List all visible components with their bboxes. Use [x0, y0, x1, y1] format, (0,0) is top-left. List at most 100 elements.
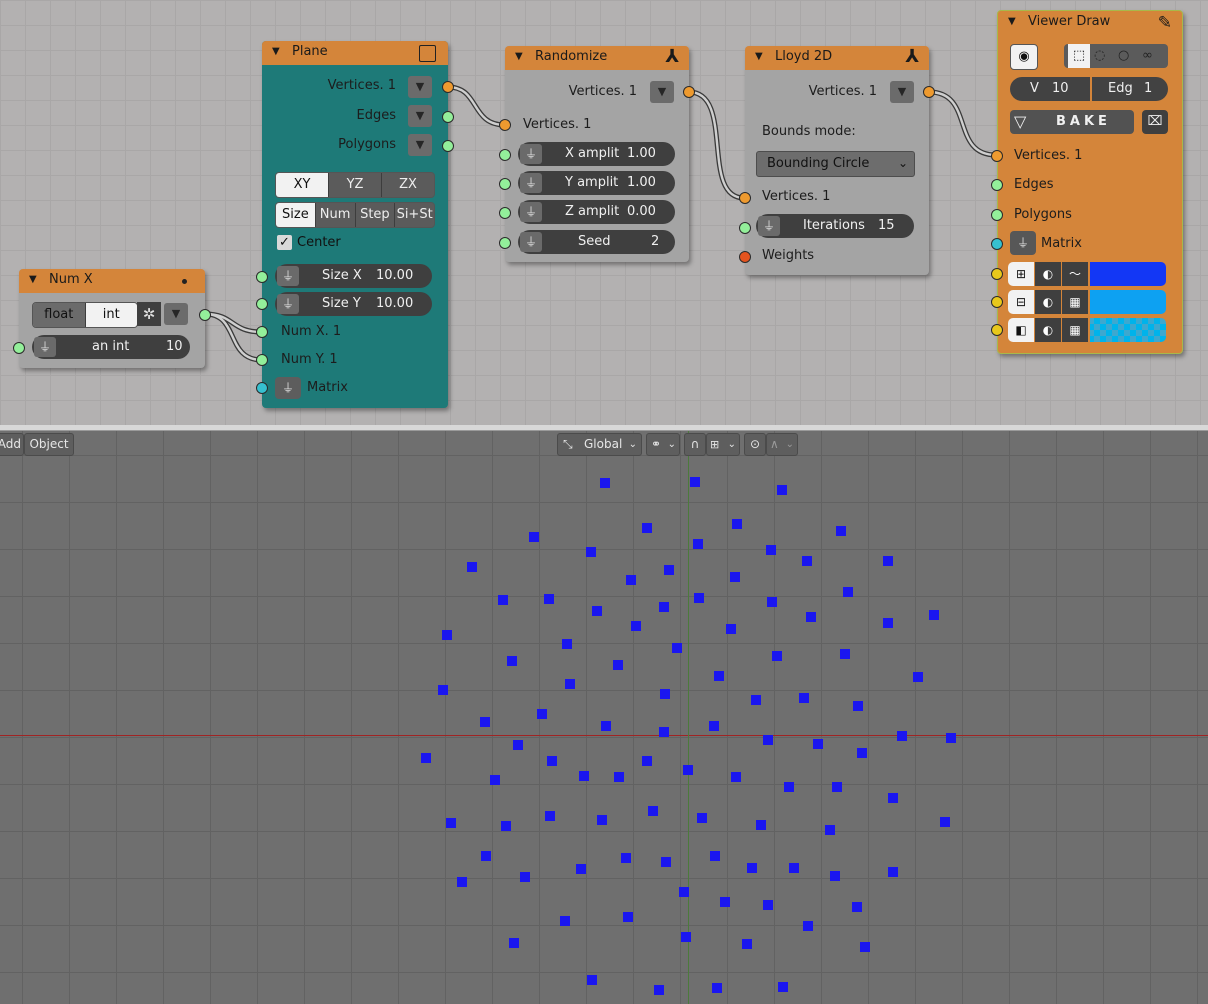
snap-target-select[interactable]: ⊞ ⌄	[706, 433, 740, 456]
mode-option-num[interactable]: Num	[315, 203, 356, 227]
plug-icon[interactable]: ⏚	[34, 337, 56, 357]
plane-num-y-socket[interactable]	[256, 354, 268, 366]
plane-size-x-socket[interactable]	[256, 271, 268, 283]
gear-icon[interactable]: ✲	[137, 302, 161, 326]
randomize-z-amplit-socket[interactable]	[499, 207, 511, 219]
viewer-polygons-socket[interactable]	[991, 209, 1003, 221]
size-y-field[interactable]: ⏚ Size Y 10.00	[275, 292, 432, 316]
type-selector[interactable]: float int	[32, 302, 138, 328]
x-amplit-field[interactable]: ⏚ X amplit 1.00	[518, 142, 675, 166]
plug-icon[interactable]: ⏚	[520, 144, 542, 164]
randomize-seed-socket[interactable]	[499, 237, 511, 249]
link-icon[interactable]: ∞	[1142, 44, 1153, 68]
edge-color-swatch[interactable]	[1090, 290, 1166, 314]
bake-button[interactable]: ▽ BAKE	[1010, 110, 1134, 134]
plug-icon[interactable]: ⏚	[520, 202, 542, 222]
pattern-icon[interactable]: ▦	[1062, 318, 1088, 342]
dotted-circle-icon[interactable]: ◌	[1094, 44, 1105, 68]
pencil-icon[interactable]: ✎	[1158, 13, 1172, 33]
plane-matrix-socket[interactable]	[256, 382, 268, 394]
object-menu[interactable]: Object	[24, 433, 74, 456]
num-x-output-socket[interactable]	[199, 309, 211, 321]
axis-selector[interactable]: XY YZ ZX	[275, 172, 435, 198]
collapse-triangle-icon[interactable]: ▼	[272, 46, 280, 57]
mode-option-step[interactable]: Step	[355, 203, 396, 227]
mode-option-si-st[interactable]: Si+St	[395, 203, 434, 227]
randomize-node-header[interactable]: ▼ Randomize ⅄	[505, 46, 689, 70]
viewer-vertices-socket[interactable]	[991, 150, 1003, 162]
circle-icon[interactable]: ○	[1118, 44, 1129, 68]
plane-vertices-output-socket[interactable]	[442, 81, 454, 93]
center-checkbox[interactable]: ✓	[277, 235, 292, 250]
bake-options-icon[interactable]: ⌧	[1142, 110, 1168, 134]
axis-option-zx[interactable]: ZX	[382, 173, 434, 197]
z-amplit-field[interactable]: ⏚ Z amplit 0.00	[518, 200, 675, 224]
iterations-field[interactable]: ⏚ Iterations 15	[756, 214, 914, 238]
edge-toggle-icon[interactable]: ⊟	[1008, 290, 1034, 314]
display-modes-bar[interactable]: ⬚ ◌ ○ ∞	[1064, 44, 1168, 68]
snap-toggle[interactable]: ∩	[684, 433, 706, 456]
collapse-triangle-icon[interactable]: ▼	[1008, 16, 1016, 27]
an-int-field[interactable]: ⏚ an int 10	[32, 335, 190, 359]
axis-option-xy[interactable]: XY	[276, 173, 329, 197]
lloyd-vertices-output-socket[interactable]	[923, 86, 935, 98]
plane-edges-output-socket[interactable]	[442, 111, 454, 123]
vertex-color-swatch[interactable]	[1090, 262, 1166, 286]
shading-icon[interactable]: ◐	[1035, 290, 1061, 314]
plug-icon[interactable]: ⏚	[758, 216, 780, 236]
cube-icon[interactable]: ⬚	[1068, 44, 1090, 68]
viewer-face-color-socket[interactable]	[991, 324, 1003, 336]
num-x-node-header[interactable]: ▼ Num X	[19, 269, 205, 293]
plug-icon[interactable]: ⏚	[520, 232, 542, 252]
face-color-swatch[interactable]	[1090, 318, 1166, 342]
edge-width-field[interactable]: Edg 1	[1092, 77, 1168, 101]
plug-icon[interactable]: ⏚	[277, 294, 299, 314]
type-dropdown-button[interactable]: ▼	[164, 303, 188, 325]
face-toggle-icon[interactable]: ◧	[1008, 318, 1034, 342]
vertices-dropdown-button[interactable]: ▼	[408, 76, 432, 98]
type-option-int[interactable]: int	[85, 303, 137, 327]
plane-num-x-socket[interactable]	[256, 326, 268, 338]
plane-polygons-output-socket[interactable]	[442, 140, 454, 152]
pivot-select[interactable]: ⚭ ⌄	[646, 433, 680, 456]
type-option-float[interactable]: float	[33, 303, 86, 327]
randomize-node[interactable]: ▼ Randomize ⅄ Vertices. 1 ▼ Vertices. 1 …	[505, 46, 689, 262]
size-x-field[interactable]: ⏚ Size X 10.00	[275, 264, 432, 288]
plane-node-header[interactable]: ▼ Plane	[262, 41, 448, 65]
randomize-vertices-output-socket[interactable]	[683, 86, 695, 98]
shading-icon[interactable]: ◐	[1035, 262, 1061, 286]
axis-option-yz[interactable]: YZ	[329, 173, 382, 197]
orientation-select[interactable]: ⤡ Global ⌄	[557, 433, 642, 456]
shading-icon[interactable]: ◐	[1035, 318, 1061, 342]
face-color-row[interactable]: ◧ ◐ ▦	[1008, 317, 1166, 343]
3d-viewport[interactable]: Add Object ⤡ Global ⌄ ⚭ ⌄ ∩ ⊞ ⌄ ⊙ ∧ ⌄	[0, 431, 1208, 1004]
bounds-mode-select[interactable]: Bounding Circle ⌄	[756, 151, 915, 177]
y-amplit-field[interactable]: ⏚ Y amplit 1.00	[518, 171, 675, 195]
collapse-triangle-icon[interactable]: ▼	[515, 51, 523, 62]
proportional-edit-toggle[interactable]: ⊙	[744, 433, 766, 456]
pattern-icon[interactable]: ▦	[1062, 290, 1088, 314]
viewer-draw-node-header[interactable]: ▼ Viewer Draw ✎	[998, 11, 1182, 35]
vertex-toggle-icon[interactable]: ⊞	[1008, 262, 1034, 286]
edge-color-row[interactable]: ⊟ ◐ ▦	[1008, 289, 1166, 315]
plug-icon[interactable]: ⏚	[520, 173, 542, 193]
vertices-dropdown-button[interactable]: ▼	[650, 81, 674, 103]
plug-icon[interactable]: ⏚	[1010, 231, 1036, 255]
lloyd-weights-socket[interactable]	[739, 251, 751, 263]
polygons-dropdown-button[interactable]: ▼	[408, 134, 432, 156]
lloyd-2d-node[interactable]: ▼ Lloyd 2D ⅄ Vertices. 1 ▼ Bounds mode: …	[745, 46, 929, 275]
collapse-triangle-icon[interactable]: ▼	[29, 274, 37, 285]
lloyd-iterations-socket[interactable]	[739, 222, 751, 234]
mode-selector[interactable]: Size Num Step Si+St	[275, 202, 435, 228]
mode-option-size[interactable]: Size	[276, 203, 316, 227]
randomize-vertices-input-socket[interactable]	[499, 119, 511, 131]
lloyd-2d-node-header[interactable]: ▼ Lloyd 2D ⅄	[745, 46, 929, 70]
num-x-input-socket[interactable]	[13, 342, 25, 354]
viewer-edges-socket[interactable]	[991, 179, 1003, 191]
collapse-triangle-icon[interactable]: ▼	[755, 51, 763, 62]
plane-size-y-socket[interactable]	[256, 298, 268, 310]
vertex-size-field[interactable]: V 10	[1010, 77, 1090, 101]
falloff-select[interactable]: ∧ ⌄	[766, 433, 798, 456]
randomize-y-amplit-socket[interactable]	[499, 178, 511, 190]
plug-icon[interactable]: ⏚	[275, 377, 301, 399]
